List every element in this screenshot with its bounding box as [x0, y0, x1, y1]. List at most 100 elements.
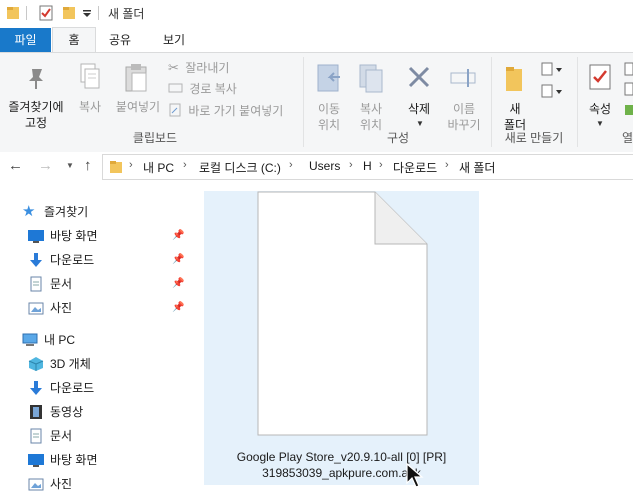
properties-icon	[589, 64, 611, 90]
clipboard-group-label: 클립보드	[132, 131, 178, 145]
crumb-users[interactable]: Users	[309, 159, 340, 173]
chevron-right-icon[interactable]: ›	[379, 159, 383, 171]
sidebar-item-pc-documents[interactable]: 문서	[28, 424, 188, 448]
picture-icon	[28, 478, 44, 491]
sidebar-item-label: 문서	[50, 429, 73, 443]
divider	[26, 6, 27, 20]
desktop-icon	[28, 454, 44, 467]
pin-icon[interactable]: 📌	[172, 272, 184, 296]
chevron-right-icon[interactable]: ›	[183, 159, 187, 171]
copy-to-button[interactable]: 복사 위치	[350, 61, 392, 132]
pin-quick-access-button[interactable]: 즐겨찾기에 고정	[4, 61, 68, 135]
open-group-icons[interactable]	[624, 61, 633, 121]
move-to-icon	[317, 64, 340, 92]
sidebar-item-label: 내 PC	[44, 333, 76, 347]
pin-icon[interactable]: 📌	[172, 248, 184, 272]
new-folder-quick-icon[interactable]	[62, 5, 76, 21]
document-icon	[30, 428, 42, 444]
chevron-right-icon[interactable]: ›	[349, 159, 353, 171]
blank-file-icon	[257, 191, 428, 436]
copy-path-button[interactable]: 경로 복사	[168, 79, 237, 99]
pin-icon[interactable]: 📌	[172, 224, 184, 248]
new-item-icon[interactable]	[540, 61, 564, 77]
sidebar-item-quick-access[interactable]: ★ 즐겨찾기	[22, 200, 192, 224]
sidebar-item-label: 바탕 화면	[50, 453, 98, 467]
sidebar-item-desktop[interactable]: 바탕 화면 📌	[28, 224, 188, 248]
up-icon[interactable]: ↑	[84, 157, 92, 174]
file-name-line-1: Google Play Store_v20.9.10-all [0] [PR]	[236, 450, 447, 464]
address-bar[interactable]: › 내 PC › 로컬 디스크 (C:) › Users › H › 다운로드 …	[102, 154, 633, 180]
crumb-this-pc[interactable]: 내 PC	[143, 159, 174, 176]
delete-label: 삭제	[407, 102, 431, 116]
properties-quick-icon[interactable]	[38, 5, 54, 21]
sidebar-item-videos[interactable]: 동영상	[28, 400, 188, 424]
tab-home[interactable]: 홈	[52, 27, 96, 52]
forward-icon[interactable]: →	[38, 157, 53, 174]
delete-x-icon	[408, 66, 430, 88]
chevron-right-icon[interactable]: ›	[445, 159, 449, 171]
customize-quick-access-icon[interactable]	[82, 9, 92, 19]
rename-icon	[450, 69, 476, 87]
film-icon	[30, 405, 42, 419]
rename-button[interactable]: 이름 바꾸기	[442, 61, 486, 132]
new-folder-button[interactable]: 새 폴더	[496, 61, 534, 132]
open-group-label: 열	[622, 131, 633, 145]
sidebar-item-documents[interactable]: 문서 📌	[28, 272, 188, 296]
download-arrow-icon	[30, 381, 42, 395]
back-icon[interactable]: ←	[8, 157, 23, 174]
divider	[577, 57, 578, 147]
pin-quick-access-label: 즐겨찾기에 고정	[8, 100, 64, 130]
delete-button[interactable]: 삭제 ▼	[398, 61, 440, 128]
crumb-new-folder[interactable]: 새 폴더	[459, 159, 495, 176]
cube-icon	[28, 357, 44, 371]
recent-locations-icon[interactable]: ▼	[66, 161, 74, 170]
file-item-selected[interactable]	[204, 191, 479, 485]
desktop-icon	[28, 230, 44, 243]
chevron-right-icon[interactable]: ›	[289, 159, 293, 171]
sidebar-item-label: 사진	[50, 301, 73, 315]
move-to-button[interactable]: 이동 위치	[308, 61, 350, 132]
divider	[98, 6, 99, 20]
tab-file[interactable]: 파일	[0, 28, 51, 52]
sidebar-item-pc-downloads[interactable]: 다운로드	[28, 376, 188, 400]
navigation-pane: ★ 즐겨찾기 바탕 화면 📌 다운로드 📌 문서 📌 사진 📌 내 PC 3D …	[0, 186, 200, 503]
chevron-down-icon: ▼	[596, 119, 604, 128]
paste-shortcut-label: 바로 가기 붙여넣기	[188, 104, 284, 118]
sidebar-item-this-pc[interactable]: 내 PC	[22, 328, 192, 352]
ribbon-tabs: 파일 홈 공유 보기	[0, 27, 633, 52]
copy-path-label: 경로 복사	[189, 82, 237, 96]
folder-icon	[110, 161, 122, 173]
cut-button[interactable]: ✂ 잘라내기	[168, 58, 229, 78]
file-name-line-2: 319853039_apkpure.com.apk	[262, 466, 421, 480]
sidebar-item-pictures[interactable]: 사진 📌	[28, 296, 188, 320]
easy-access-icon[interactable]	[540, 83, 564, 99]
document-icon	[30, 276, 42, 292]
new-group-label: 새로 만들기	[504, 131, 564, 145]
sidebar-item-downloads[interactable]: 다운로드 📌	[28, 248, 188, 272]
file-name-label: Google Play Store_v20.9.10-all [0] [PR] …	[204, 449, 479, 481]
sidebar-item-label: 동영상	[50, 405, 84, 419]
paste-button[interactable]: 붙여넣기	[110, 61, 166, 121]
sidebar-item-pc-desktop[interactable]: 바탕 화면	[28, 448, 188, 472]
copy-button[interactable]: 복사	[70, 61, 110, 121]
window-title: 새 폴더	[108, 7, 145, 21]
tab-share[interactable]: 공유	[98, 28, 142, 52]
crumb-h[interactable]: H	[363, 159, 372, 173]
paste-shortcut-button[interactable]: 바로 가기 붙여넣기	[168, 101, 283, 121]
chevron-right-icon[interactable]: ›	[129, 159, 133, 171]
paste-icon	[125, 64, 147, 92]
ribbon: 즐겨찾기에 고정 복사 붙여넣기 ✂ 잘라내기 경로 복사 바로 가기 붙여넣기…	[0, 52, 633, 153]
mouse-cursor-icon	[406, 462, 424, 488]
folder-icon	[7, 7, 19, 19]
crumb-local-disk[interactable]: 로컬 디스크 (C:)	[199, 159, 281, 176]
sidebar-item-pc-pictures[interactable]: 사진	[28, 472, 188, 496]
scissors-icon: ✂	[168, 60, 179, 75]
properties-button[interactable]: 속성 ▼	[580, 61, 620, 128]
tab-view[interactable]: 보기	[152, 28, 196, 52]
copy-path-icon	[168, 83, 183, 93]
pin-icon	[29, 69, 43, 89]
sidebar-item-3d-objects[interactable]: 3D 개체	[28, 352, 188, 376]
crumb-downloads[interactable]: 다운로드	[393, 159, 437, 176]
pin-icon[interactable]: 📌	[172, 296, 184, 320]
sidebar-item-label: 문서	[50, 277, 73, 291]
